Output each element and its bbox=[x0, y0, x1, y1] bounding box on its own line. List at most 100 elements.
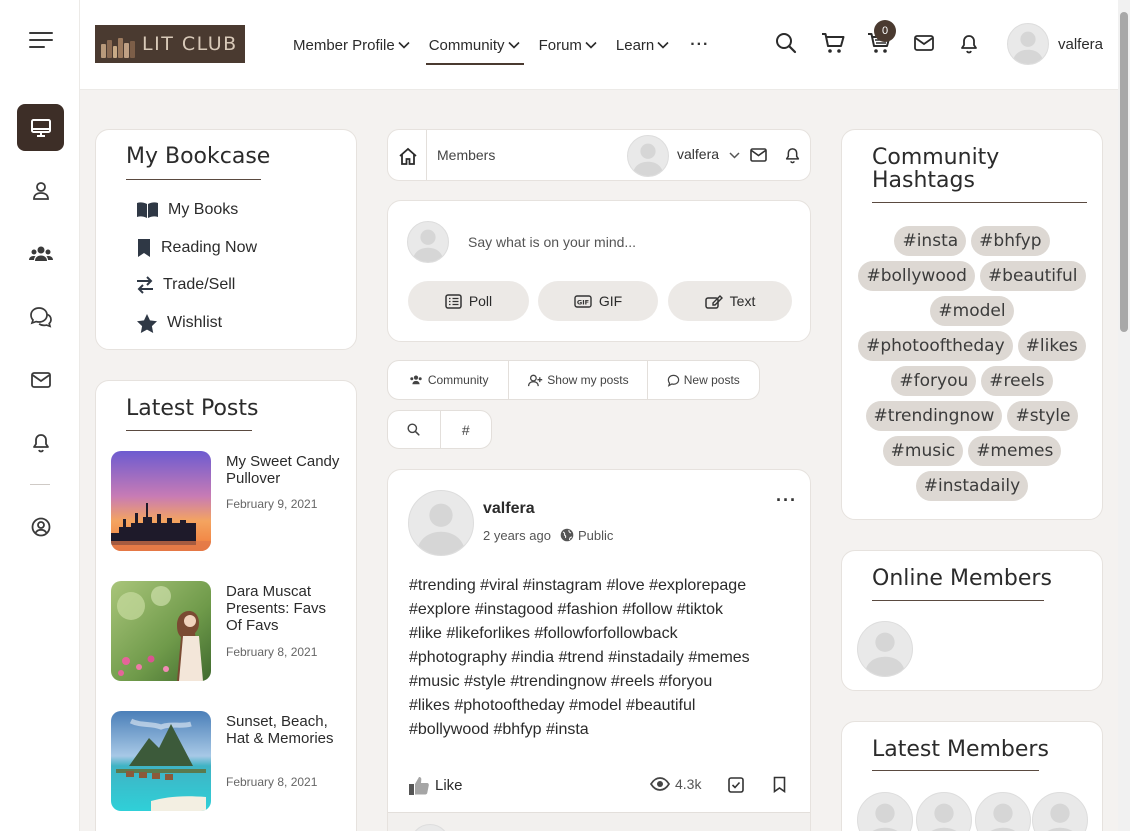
tab-community[interactable]: Community bbox=[388, 361, 510, 399]
bookmark-icon[interactable] bbox=[773, 776, 786, 793]
user-menu[interactable]: valfera bbox=[1007, 23, 1103, 65]
bookcase-item-my-books[interactable]: My Books bbox=[136, 201, 238, 219]
hashtag-cloud: #insta #bhfyp #bollywood #beautiful #mod… bbox=[857, 226, 1087, 501]
rail-account-button[interactable] bbox=[17, 503, 64, 550]
nav-community[interactable]: Community bbox=[425, 27, 524, 65]
username: valfera bbox=[1058, 35, 1104, 53]
nav-learn[interactable]: Learn bbox=[614, 27, 671, 63]
post-title[interactable]: Sunset, Beach, Hat & Memories bbox=[226, 713, 341, 747]
widget-title-line: Hashtags bbox=[872, 168, 975, 193]
post-thumbnail[interactable] bbox=[111, 451, 211, 551]
hashtag-chip[interactable]: #bhfyp bbox=[971, 226, 1050, 256]
member-avatar[interactable] bbox=[1032, 792, 1088, 831]
post-text-line: #trending #viral #instagram #love #explo… bbox=[409, 577, 747, 594]
messages-button[interactable] bbox=[914, 35, 934, 51]
hashtag-chip[interactable]: #trendingnow bbox=[865, 401, 1003, 431]
tab-show-my-posts[interactable]: Show my posts bbox=[509, 361, 648, 399]
hashtag-chip[interactable]: #foryou bbox=[891, 366, 977, 396]
hashtag-chip[interactable]: #insta bbox=[894, 226, 967, 256]
bookcase-item-trade-sell[interactable]: Trade/Sell bbox=[136, 276, 235, 294]
avatar[interactable] bbox=[408, 490, 474, 556]
nav-label: Community bbox=[428, 36, 505, 54]
city-sunset-image bbox=[111, 451, 211, 551]
hashtag-chip[interactable]: #instadaily bbox=[915, 471, 1029, 501]
post-options-button[interactable]: ··· bbox=[776, 490, 797, 511]
composer-input[interactable]: Say what is on your mind... bbox=[468, 234, 636, 250]
user-circle-icon bbox=[31, 517, 50, 536]
hashtag-chip[interactable]: #bollywood bbox=[858, 261, 975, 291]
feed-search-button[interactable] bbox=[388, 411, 441, 448]
post-author[interactable]: valfera bbox=[483, 500, 535, 518]
checkbox-icon[interactable] bbox=[728, 777, 744, 793]
hashtag-filter-button[interactable]: # bbox=[441, 411, 492, 448]
rail-dashboard-button[interactable] bbox=[17, 104, 64, 151]
chevron-down-icon bbox=[585, 41, 597, 49]
member-avatar[interactable] bbox=[857, 792, 913, 831]
post-thumbnail[interactable] bbox=[111, 581, 211, 681]
rail-profile-button[interactable] bbox=[17, 167, 64, 214]
users-icon bbox=[410, 375, 422, 385]
home-button[interactable] bbox=[398, 147, 418, 165]
bell-icon[interactable] bbox=[785, 147, 800, 164]
notifications-button[interactable] bbox=[960, 34, 978, 54]
widget-title: Latest Posts bbox=[126, 396, 259, 421]
activity-post: valfera 2 years ago Public ··· #trending… bbox=[387, 469, 811, 831]
post-time: 2 years ago bbox=[483, 528, 551, 543]
hashtag-chip[interactable]: #style bbox=[1007, 401, 1079, 431]
user-plus-icon bbox=[528, 374, 543, 386]
tab-new-posts[interactable]: New posts bbox=[648, 361, 759, 399]
avatar bbox=[410, 824, 450, 831]
text-button[interactable]: Text bbox=[668, 281, 792, 321]
search-button[interactable] bbox=[775, 32, 797, 54]
site-logo[interactable]: LIT CLUB bbox=[95, 25, 245, 63]
bookcase-item-label: Trade/Sell bbox=[163, 276, 236, 293]
nav-member-profile[interactable]: Member Profile bbox=[291, 27, 412, 63]
shop-cart-button[interactable] bbox=[821, 32, 845, 54]
hashtag-chip[interactable]: #beautiful bbox=[979, 261, 1086, 291]
top-bar: LIT CLUB Member Profile Community Forum … bbox=[80, 0, 1130, 90]
avatar bbox=[1007, 23, 1049, 65]
rail-divider bbox=[30, 484, 50, 485]
hashtag-chip[interactable]: #photooftheday bbox=[858, 331, 1013, 361]
post-title[interactable]: My Sweet Candy Pullover bbox=[226, 453, 341, 487]
member-avatar[interactable] bbox=[857, 621, 913, 677]
member-avatar[interactable] bbox=[916, 792, 972, 831]
rail-forum-button[interactable] bbox=[17, 293, 64, 340]
text-edit-icon bbox=[704, 295, 723, 309]
nav-forum[interactable]: Forum bbox=[537, 27, 599, 63]
hashtag-chip[interactable]: #model bbox=[930, 296, 1014, 326]
hashtag-chip[interactable]: #music bbox=[882, 436, 964, 466]
like-button[interactable]: Like bbox=[408, 774, 463, 796]
envelope-icon[interactable] bbox=[750, 148, 767, 162]
hashtag-chip[interactable]: #reels bbox=[981, 366, 1053, 396]
rail-notifications-button[interactable] bbox=[17, 419, 64, 466]
hashtag-chip[interactable]: #likes bbox=[1017, 331, 1086, 361]
chevron-down-icon[interactable] bbox=[729, 152, 740, 159]
cart-count-badge: 0 bbox=[874, 20, 896, 42]
tab-label: New posts bbox=[683, 373, 740, 387]
post-thumbnail[interactable] bbox=[111, 711, 211, 811]
bookcase-item-wishlist[interactable]: Wishlist bbox=[136, 313, 222, 333]
chat-bubble-icon bbox=[667, 374, 679, 387]
button-label: GIF bbox=[598, 293, 623, 309]
page-scrollbar[interactable] bbox=[1118, 0, 1130, 831]
gif-button[interactable]: GIF GIF bbox=[538, 281, 658, 321]
poll-button[interactable]: Poll bbox=[408, 281, 529, 321]
rail-community-button[interactable] bbox=[17, 230, 64, 277]
scrollbar-thumb[interactable] bbox=[1120, 12, 1128, 332]
nav-more-button[interactable]: ··· bbox=[690, 36, 709, 54]
post-text-line: #explore #instagood #fashion #follow #ti… bbox=[409, 601, 723, 618]
hashtag-chip[interactable]: #memes bbox=[968, 436, 1062, 466]
rail-messages-button[interactable] bbox=[17, 356, 64, 403]
breadcrumb[interactable]: Members bbox=[437, 147, 495, 163]
post-title[interactable]: Dara Muscat Presents: Favs Of Favs bbox=[226, 583, 341, 634]
username[interactable]: valfera bbox=[677, 146, 719, 162]
open-book-icon bbox=[137, 202, 158, 218]
menu-toggle-button[interactable] bbox=[17, 16, 64, 63]
bookmark-icon bbox=[138, 239, 150, 257]
bookcase-item-reading-now[interactable]: Reading Now bbox=[136, 238, 257, 258]
member-avatar[interactable] bbox=[975, 792, 1031, 831]
online-members-widget: Online Members bbox=[841, 550, 1103, 691]
garden-photo-image bbox=[111, 581, 211, 681]
svg-text:GIF: GIF bbox=[577, 298, 589, 306]
